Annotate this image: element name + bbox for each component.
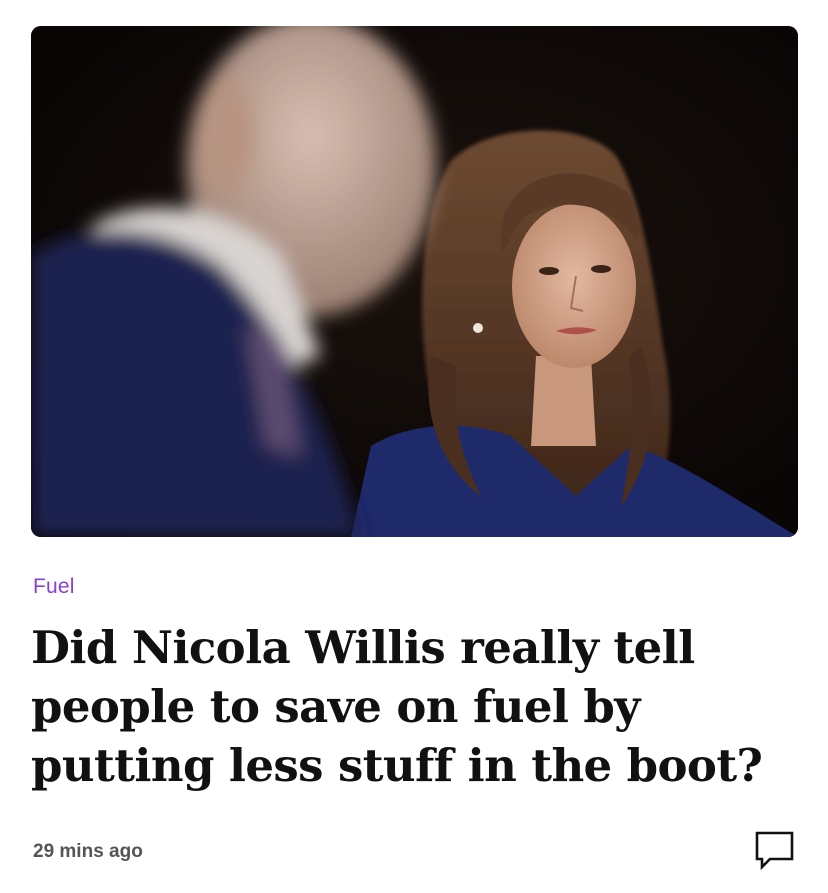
article-card[interactable]: Fuel Did Nicola Willis really tell peopl… [0, 0, 828, 893]
speech-bubble-icon [755, 831, 794, 871]
article-category-link[interactable]: Fuel [33, 575, 75, 599]
article-timestamp: 29 mins ago [33, 841, 143, 862]
comments-button[interactable] [754, 829, 796, 871]
article-headline[interactable]: Did Nicola Willis really tell people to … [31, 618, 801, 795]
article-hero-image[interactable] [31, 26, 798, 537]
